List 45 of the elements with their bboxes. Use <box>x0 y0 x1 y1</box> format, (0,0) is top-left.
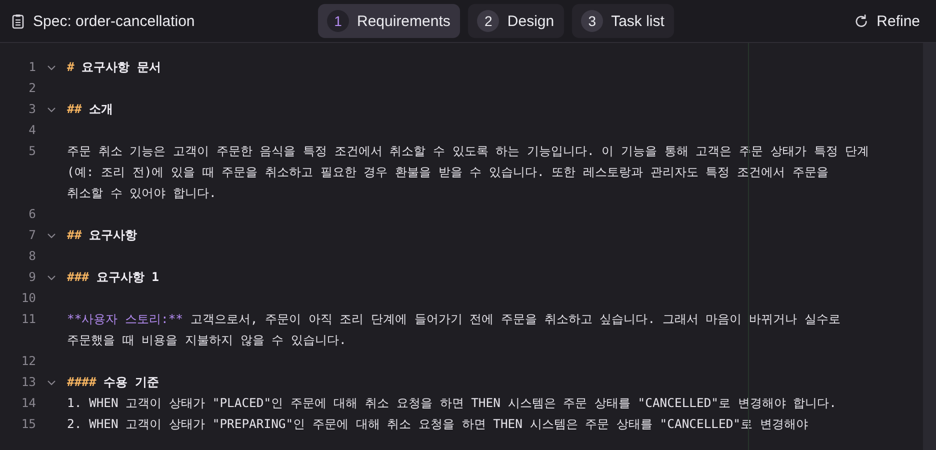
code-text: 2. WHEN 고객이 상태가 "PREPARING"인 주문에 대해 취소 요청을 하면 THEN 시스템은 주문 상태를 "CANCELLED"로 변경해야 <box>67 416 808 433</box>
heading-text: 소개 <box>89 101 113 118</box>
chevron-down-icon[interactable] <box>47 275 56 281</box>
code-text: 취소할 수 있어야 합니다. <box>67 185 216 202</box>
line-number: 13 <box>20 374 36 391</box>
chevron-down-icon[interactable] <box>47 65 56 71</box>
spec-title: Spec: order-cancellation <box>33 12 195 30</box>
bold-markup-text: **사용자 스토리:** <box>67 311 184 328</box>
code-text: 고객으로서, 주문이 아직 조리 단계에 들어가기 전에 주문을 취소하고 싶습니다. 그래서 마음이 바뀌거나 실수로 <box>190 311 840 328</box>
step-tab[interactable]: 1 Requirements <box>318 4 460 38</box>
heading-marker: ## <box>67 227 82 244</box>
line-number: 7 <box>28 227 36 244</box>
line-number: 9 <box>28 269 36 286</box>
line-number: 1 <box>28 59 36 76</box>
heading-marker: ## <box>67 101 82 118</box>
chevron-down-icon[interactable] <box>47 233 56 239</box>
chevron-down-icon[interactable] <box>47 107 56 113</box>
heading-text: 요구사항 문서 <box>82 59 161 76</box>
line-number: 11 <box>20 311 36 328</box>
heading-text: 요구사항 1 <box>96 269 160 286</box>
line-number: 15 <box>20 416 36 433</box>
line-number: 6 <box>28 206 36 223</box>
heading-text: 요구사항 <box>89 227 137 244</box>
line-number: 8 <box>28 248 36 265</box>
document-icon <box>12 14 24 28</box>
heading-marker: #### <box>67 374 96 391</box>
code-text: 주문 취소 기능은 고객이 주문한 음식을 특정 조건에서 취소할 수 있도록 하는 기능입니다. 이 기능을 통해 고객은 주문 상태가 특정 단계 <box>67 143 870 160</box>
refine-button[interactable]: Refine <box>822 10 922 32</box>
line-number: 14 <box>20 395 36 412</box>
step-tab[interactable]: 2 Design <box>468 4 564 38</box>
line-number: 2 <box>28 80 36 97</box>
heading-marker: # <box>67 59 74 76</box>
heading-marker: ### <box>67 269 90 286</box>
line-number: 4 <box>28 122 36 139</box>
line-number: 3 <box>28 101 36 118</box>
code-text: (예: 조리 전)에 있을 때 주문을 취소하고 필요한 경우 환불을 받을 수 있습니다. 또한 레스토랑과 관리자도 특정 조건에서 주문을 <box>67 164 828 181</box>
chevron-down-icon[interactable] <box>47 380 56 386</box>
line-number: 10 <box>20 290 36 307</box>
heading-text: 수용 기준 <box>104 374 160 391</box>
line-number: 12 <box>20 353 36 370</box>
code-text: 1. WHEN 고객이 상태가 "PLACED"인 주문에 대해 취소 요청을 하면 THEN 시스템은 주문 상태를 "CANCELLED"로 변경해야 합니다. <box>67 395 837 412</box>
line-number: 5 <box>28 143 36 160</box>
code-text: 주문했을 때 비용을 지불하지 않을 수 있습니다. <box>67 332 346 349</box>
refresh-icon <box>854 14 869 28</box>
step-tab[interactable]: 3 Task list <box>572 4 674 38</box>
